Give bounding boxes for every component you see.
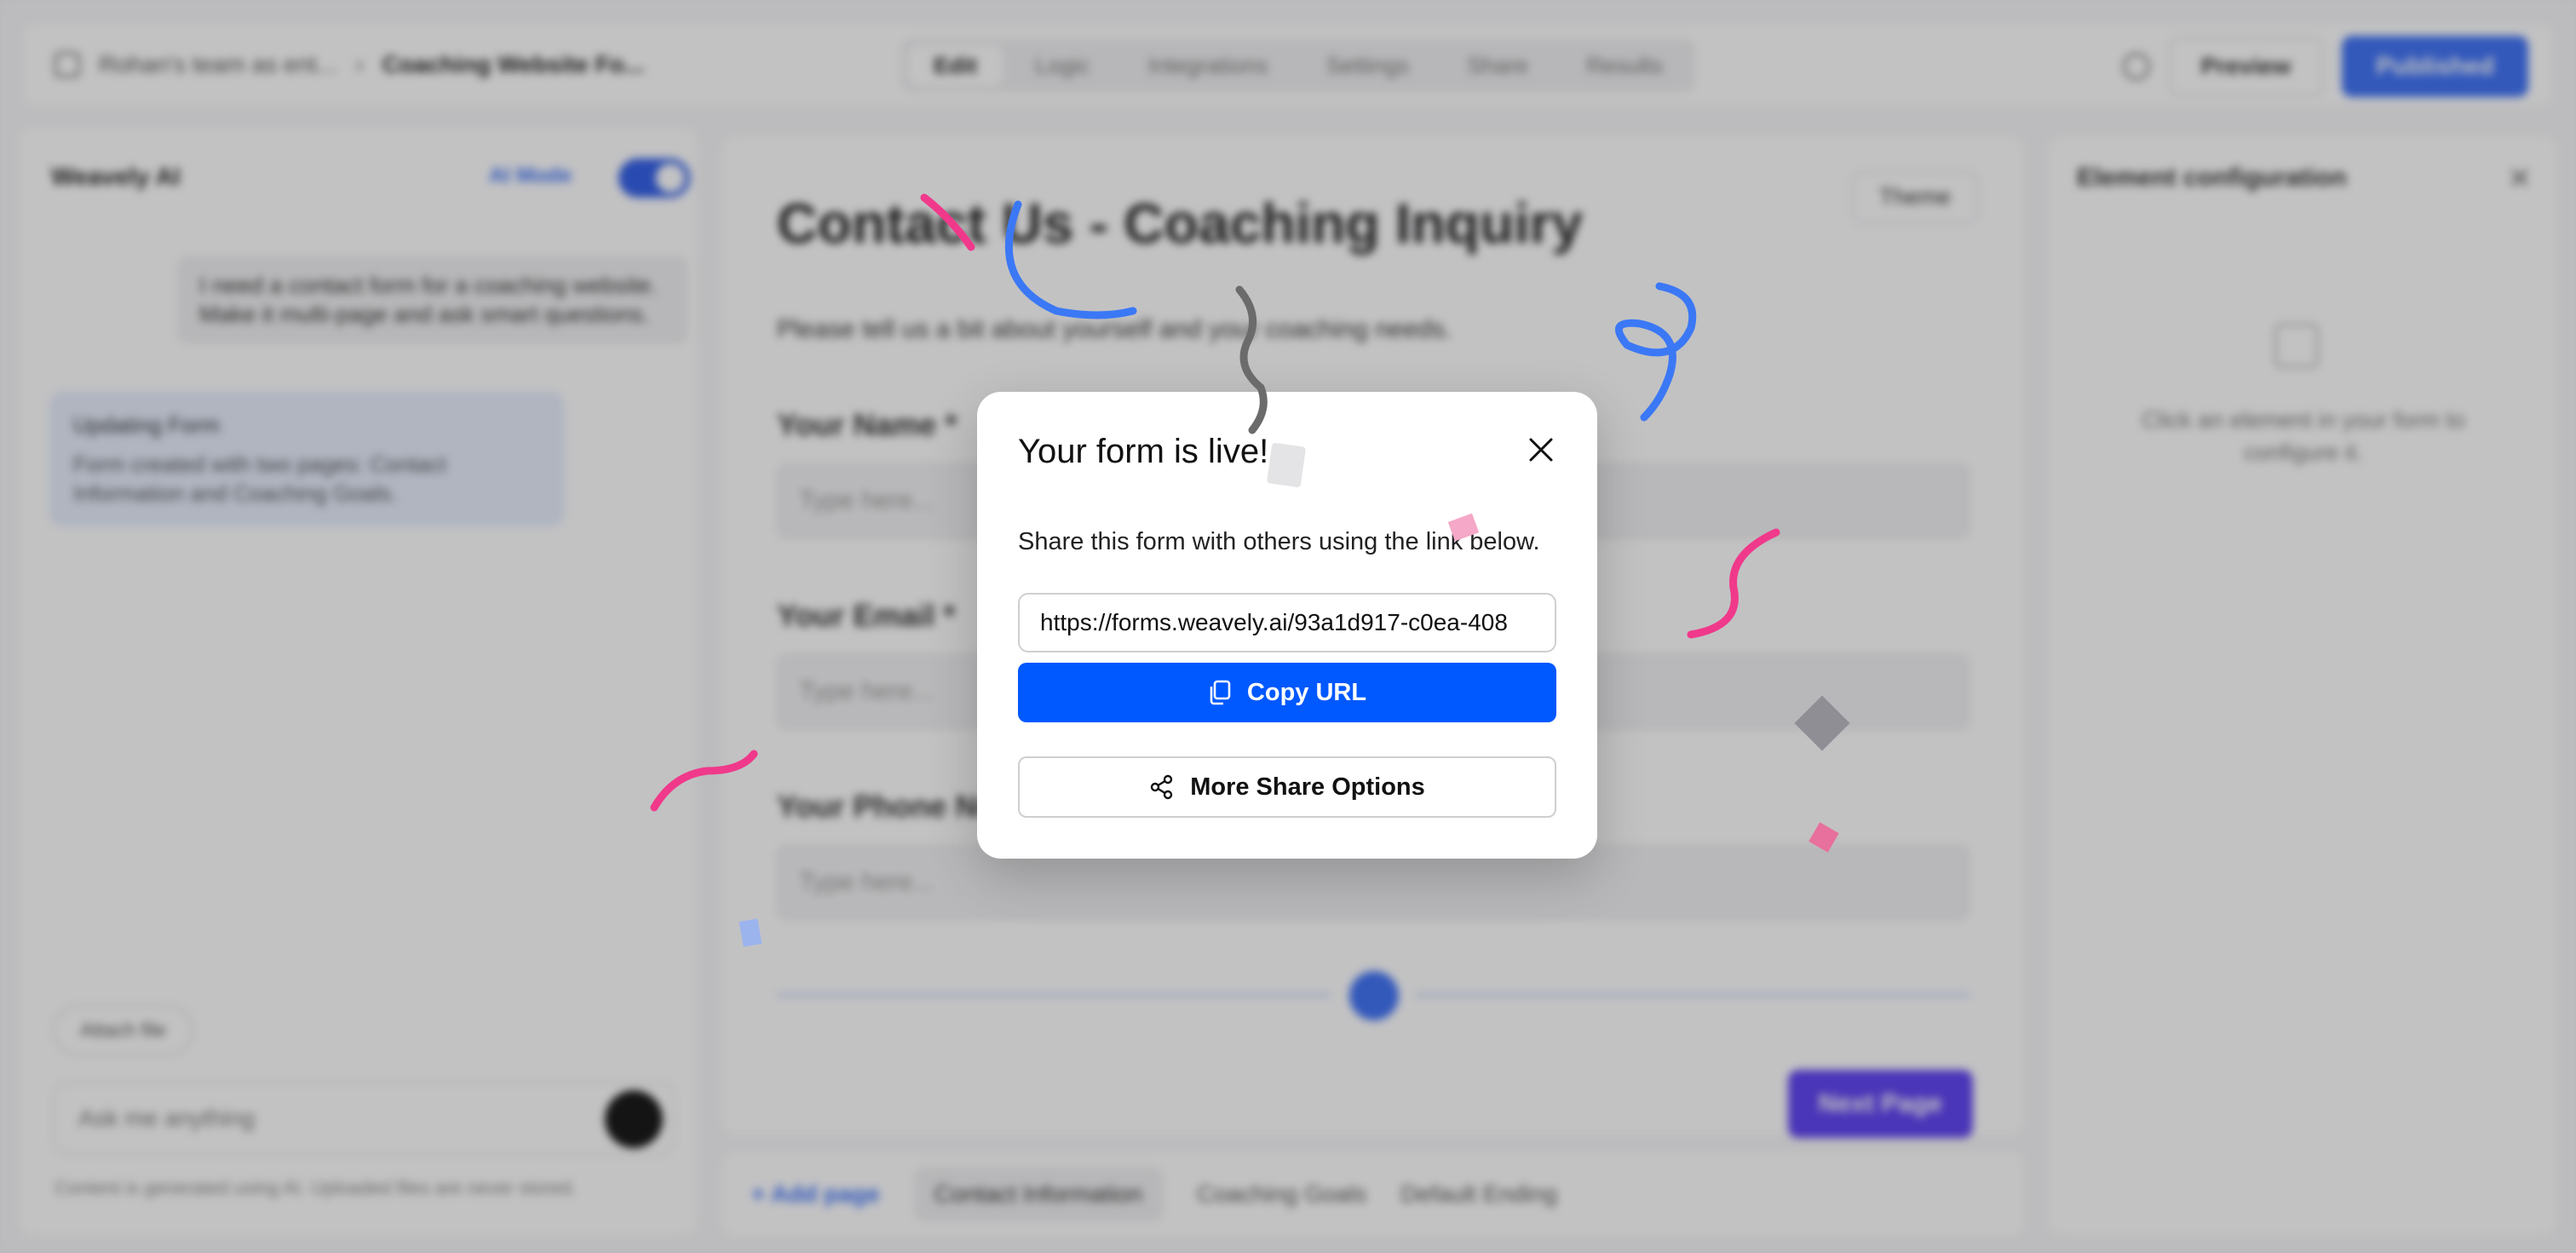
modal-title: Your form is live! — [1018, 433, 1269, 470]
copy-icon — [1210, 680, 1231, 705]
copy-url-label: Copy URL — [1246, 678, 1367, 706]
share-url-field[interactable] — [1018, 593, 1556, 652]
close-icon[interactable] — [1526, 434, 1556, 465]
modal-description: Share this form with others using the li… — [1018, 528, 1540, 555]
share-modal: Your form is live! Share this form with … — [977, 392, 1597, 859]
share-icon — [1151, 774, 1173, 800]
copy-url-button[interactable]: Copy URL — [1018, 663, 1556, 722]
more-share-options-button[interactable]: More Share Options — [1018, 756, 1556, 818]
more-share-options-label: More Share Options — [1190, 773, 1425, 801]
